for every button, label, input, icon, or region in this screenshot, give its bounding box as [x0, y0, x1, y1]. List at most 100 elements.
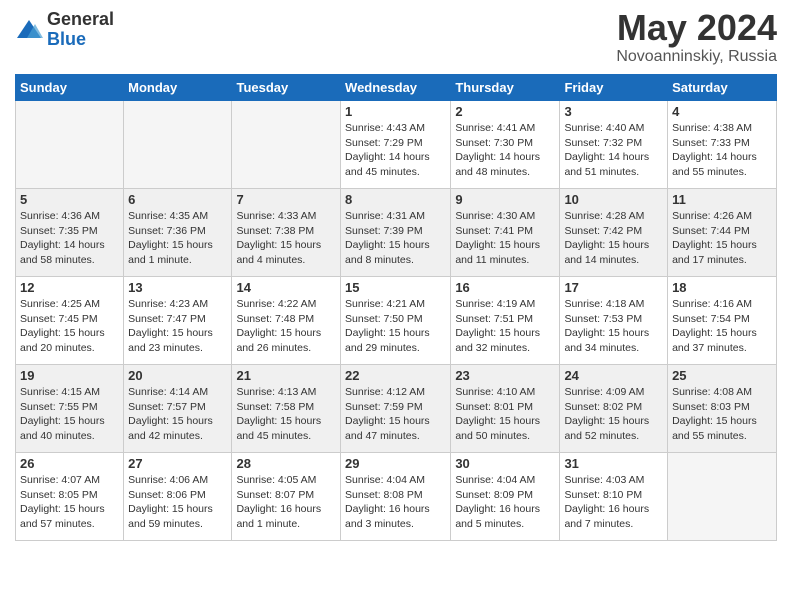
- day-detail: Sunrise: 4:22 AMSunset: 7:48 PMDaylight:…: [236, 297, 336, 356]
- calendar-week-row: 26Sunrise: 4:07 AMSunset: 8:05 PMDayligh…: [16, 453, 777, 541]
- day-detail: Sunrise: 4:35 AMSunset: 7:36 PMDaylight:…: [128, 209, 227, 268]
- day-detail: Sunrise: 4:16 AMSunset: 7:54 PMDaylight:…: [672, 297, 772, 356]
- day-detail: Sunrise: 4:13 AMSunset: 7:58 PMDaylight:…: [236, 385, 336, 444]
- day-detail: Sunrise: 4:19 AMSunset: 7:51 PMDaylight:…: [455, 297, 555, 356]
- table-row: 19Sunrise: 4:15 AMSunset: 7:55 PMDayligh…: [16, 365, 124, 453]
- day-number: 30: [455, 456, 555, 471]
- day-number: 3: [564, 104, 663, 119]
- day-detail: Sunrise: 4:14 AMSunset: 7:57 PMDaylight:…: [128, 385, 227, 444]
- day-detail: Sunrise: 4:30 AMSunset: 7:41 PMDaylight:…: [455, 209, 555, 268]
- day-number: 13: [128, 280, 227, 295]
- day-number: 29: [345, 456, 446, 471]
- logo-blue-text: Blue: [47, 30, 114, 50]
- day-number: 28: [236, 456, 336, 471]
- day-detail: Sunrise: 4:43 AMSunset: 7:29 PMDaylight:…: [345, 121, 446, 180]
- table-row: [232, 101, 341, 189]
- day-detail: Sunrise: 4:06 AMSunset: 8:06 PMDaylight:…: [128, 473, 227, 532]
- title-area: May 2024 Novoanninskiy, Russia: [616, 10, 777, 66]
- day-number: 23: [455, 368, 555, 383]
- table-row: 1 Sunrise: 4:43 AMSunset: 7:29 PMDaylight…: [341, 101, 451, 189]
- day-number: 27: [128, 456, 227, 471]
- table-row: 10Sunrise: 4:28 AMSunset: 7:42 PMDayligh…: [560, 189, 668, 277]
- day-detail: Sunrise: 4:40 AMSunset: 7:32 PMDaylight:…: [564, 121, 663, 180]
- logo-general-text: General: [47, 10, 114, 30]
- day-detail: Sunrise: 4:08 AMSunset: 8:03 PMDaylight:…: [672, 385, 772, 444]
- day-number: 2: [455, 104, 555, 119]
- logo: General Blue: [15, 10, 114, 50]
- main-container: General Blue May 2024 Novoanninskiy, Rus…: [0, 0, 792, 551]
- calendar-week-row: 19Sunrise: 4:15 AMSunset: 7:55 PMDayligh…: [16, 365, 777, 453]
- table-row: 17 Sunrise: 4:18 AMSunset: 7:53 PMDayligh…: [560, 277, 668, 365]
- table-row: 21Sunrise: 4:13 AMSunset: 7:58 PMDayligh…: [232, 365, 341, 453]
- col-tuesday: Tuesday: [232, 75, 341, 101]
- col-monday: Monday: [124, 75, 232, 101]
- day-number: 25: [672, 368, 772, 383]
- day-number: 1: [345, 104, 446, 119]
- day-detail: Sunrise: 4:18 AMSunset: 7:53 PMDaylight:…: [564, 297, 663, 356]
- logo-icon: [15, 16, 43, 44]
- table-row: 6 Sunrise: 4:35 AMSunset: 7:36 PMDaylight…: [124, 189, 232, 277]
- table-row: 3 Sunrise: 4:40 AMSunset: 7:32 PMDaylight…: [560, 101, 668, 189]
- col-saturday: Saturday: [668, 75, 777, 101]
- calendar-table: Sunday Monday Tuesday Wednesday Thursday…: [15, 74, 777, 541]
- day-detail: Sunrise: 4:36 AMSunset: 7:35 PMDaylight:…: [20, 209, 119, 268]
- table-row: 16 Sunrise: 4:19 AMSunset: 7:51 PMDayligh…: [451, 277, 560, 365]
- day-detail: Sunrise: 4:09 AMSunset: 8:02 PMDaylight:…: [564, 385, 663, 444]
- calendar-week-row: 5 Sunrise: 4:36 AMSunset: 7:35 PMDaylight…: [16, 189, 777, 277]
- table-row: 27 Sunrise: 4:06 AMSunset: 8:06 PMDayligh…: [124, 453, 232, 541]
- table-row: 18 Sunrise: 4:16 AMSunset: 7:54 PMDayligh…: [668, 277, 777, 365]
- day-detail: Sunrise: 4:38 AMSunset: 7:33 PMDaylight:…: [672, 121, 772, 180]
- day-detail: Sunrise: 4:26 AMSunset: 7:44 PMDaylight:…: [672, 209, 772, 268]
- table-row: 7 Sunrise: 4:33 AMSunset: 7:38 PMDaylight…: [232, 189, 341, 277]
- table-row: 26Sunrise: 4:07 AMSunset: 8:05 PMDayligh…: [16, 453, 124, 541]
- day-number: 17: [564, 280, 663, 295]
- day-number: 19: [20, 368, 119, 383]
- table-row: 13 Sunrise: 4:23 AMSunset: 7:47 PMDayligh…: [124, 277, 232, 365]
- table-row: [668, 453, 777, 541]
- header: General Blue May 2024 Novoanninskiy, Rus…: [15, 10, 777, 66]
- col-sunday: Sunday: [16, 75, 124, 101]
- table-row: 30 Sunrise: 4:04 AMSunset: 8:09 PMDayligh…: [451, 453, 560, 541]
- day-detail: Sunrise: 4:28 AMSunset: 7:42 PMDaylight:…: [564, 209, 663, 268]
- day-number: 24: [564, 368, 663, 383]
- table-row: 15Sunrise: 4:21 AMSunset: 7:50 PMDayligh…: [341, 277, 451, 365]
- day-detail: Sunrise: 4:10 AMSunset: 8:01 PMDaylight:…: [455, 385, 555, 444]
- day-detail: Sunrise: 4:31 AMSunset: 7:39 PMDaylight:…: [345, 209, 446, 268]
- day-detail: Sunrise: 4:04 AMSunset: 8:09 PMDaylight:…: [455, 473, 555, 532]
- day-detail: Sunrise: 4:21 AMSunset: 7:50 PMDaylight:…: [345, 297, 446, 356]
- logo-text: General Blue: [47, 10, 114, 50]
- table-row: 11Sunrise: 4:26 AMSunset: 7:44 PMDayligh…: [668, 189, 777, 277]
- day-number: 22: [345, 368, 446, 383]
- day-detail: Sunrise: 4:25 AMSunset: 7:45 PMDaylight:…: [20, 297, 119, 356]
- day-detail: Sunrise: 4:12 AMSunset: 7:59 PMDaylight:…: [345, 385, 446, 444]
- calendar-header-row: Sunday Monday Tuesday Wednesday Thursday…: [16, 75, 777, 101]
- table-row: 24 Sunrise: 4:09 AMSunset: 8:02 PMDayligh…: [560, 365, 668, 453]
- day-detail: Sunrise: 4:33 AMSunset: 7:38 PMDaylight:…: [236, 209, 336, 268]
- table-row: [16, 101, 124, 189]
- day-number: 4: [672, 104, 772, 119]
- day-number: 16: [455, 280, 555, 295]
- day-detail: Sunrise: 4:23 AMSunset: 7:47 PMDaylight:…: [128, 297, 227, 356]
- table-row: 4 Sunrise: 4:38 AMSunset: 7:33 PMDaylight…: [668, 101, 777, 189]
- col-friday: Friday: [560, 75, 668, 101]
- col-thursday: Thursday: [451, 75, 560, 101]
- table-row: 31Sunrise: 4:03 AMSunset: 8:10 PMDayligh…: [560, 453, 668, 541]
- day-number: 5: [20, 192, 119, 207]
- table-row: 14 Sunrise: 4:22 AMSunset: 7:48 PMDayligh…: [232, 277, 341, 365]
- table-row: 20Sunrise: 4:14 AMSunset: 7:57 PMDayligh…: [124, 365, 232, 453]
- table-row: 8 Sunrise: 4:31 AMSunset: 7:39 PMDaylight…: [341, 189, 451, 277]
- day-detail: Sunrise: 4:05 AMSunset: 8:07 PMDaylight:…: [236, 473, 336, 532]
- day-number: 7: [236, 192, 336, 207]
- month-title: May 2024: [616, 10, 777, 46]
- day-number: 8: [345, 192, 446, 207]
- table-row: 12 Sunrise: 4:25 AMSunset: 7:45 PMDayligh…: [16, 277, 124, 365]
- table-row: 5 Sunrise: 4:36 AMSunset: 7:35 PMDaylight…: [16, 189, 124, 277]
- day-number: 14: [236, 280, 336, 295]
- day-number: 18: [672, 280, 772, 295]
- day-number: 12: [20, 280, 119, 295]
- day-number: 6: [128, 192, 227, 207]
- table-row: 28 Sunrise: 4:05 AMSunset: 8:07 PMDayligh…: [232, 453, 341, 541]
- table-row: 29Sunrise: 4:04 AMSunset: 8:08 PMDayligh…: [341, 453, 451, 541]
- table-row: 22 Sunrise: 4:12 AMSunset: 7:59 PMDayligh…: [341, 365, 451, 453]
- day-number: 31: [564, 456, 663, 471]
